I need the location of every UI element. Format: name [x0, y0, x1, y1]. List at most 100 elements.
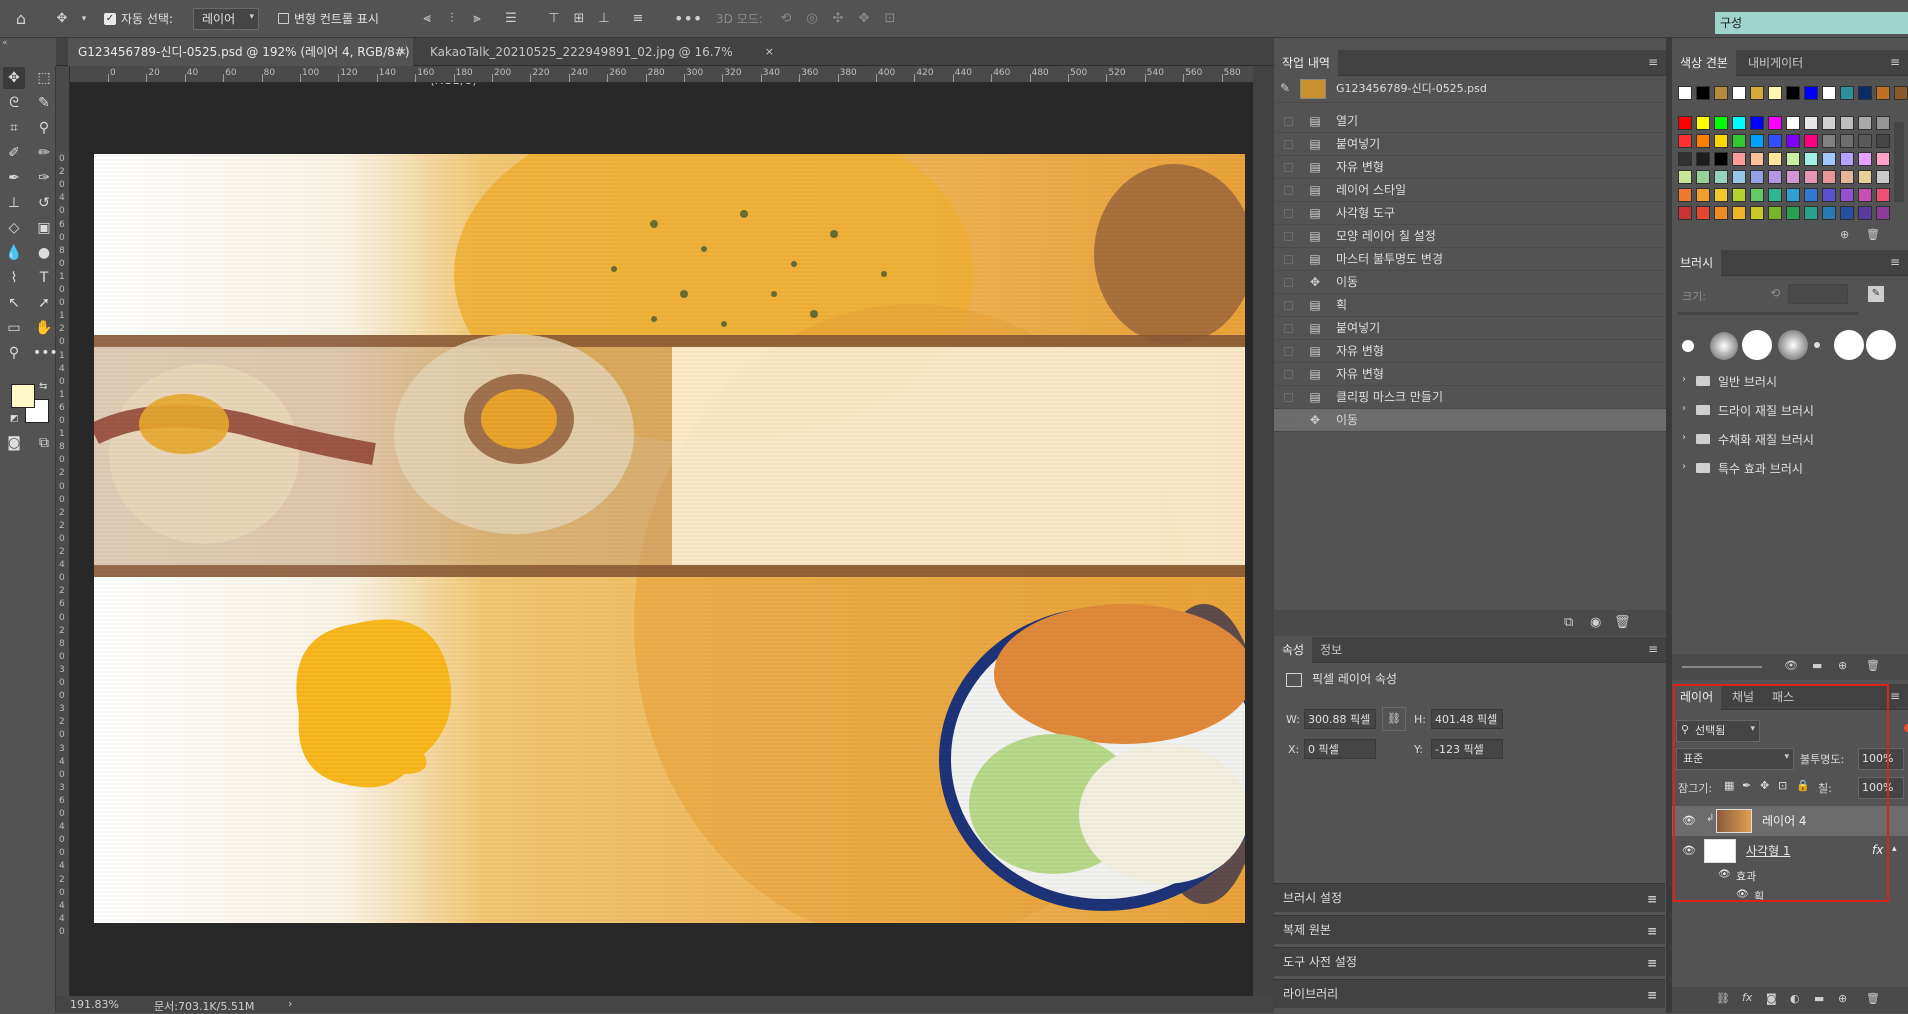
gradient-tool-icon[interactable]: ▣	[33, 217, 55, 239]
history-checkbox[interactable]	[1284, 324, 1293, 333]
history-snapshot[interactable]: ✎ G123456789-신디-0525.psd	[1274, 76, 1666, 103]
history-brush-icon[interactable]: ↺	[33, 192, 55, 214]
color-swatch[interactable]	[1696, 116, 1710, 130]
brush-preset[interactable]	[1710, 332, 1738, 360]
color-swatch[interactable]	[1768, 134, 1782, 148]
history-checkbox[interactable]	[1284, 301, 1293, 310]
brush-preset[interactable]	[1866, 330, 1896, 360]
color-swatch[interactable]	[1858, 134, 1872, 148]
fx-icon[interactable]: fx	[1742, 991, 1752, 1004]
color-swatch[interactable]	[1876, 134, 1890, 148]
brush-edit-icon[interactable]: ✎	[1868, 286, 1884, 302]
color-swatch[interactable]	[1822, 170, 1836, 184]
trash-icon[interactable]: 🗑	[1866, 659, 1880, 672]
color-swatch[interactable]	[1768, 206, 1782, 220]
history-checkbox[interactable]	[1284, 117, 1293, 126]
history-item[interactable]: ✥ 이동	[1274, 271, 1666, 294]
color-swatch[interactable]	[1804, 188, 1818, 202]
history-item[interactable]: ▤ 모양 레이어 칠 설정	[1274, 225, 1666, 248]
color-swatch[interactable]	[1876, 170, 1890, 184]
chevron-right-icon[interactable]: ›	[1682, 374, 1686, 385]
color-swatch[interactable]	[1858, 152, 1872, 166]
chevron-down-icon[interactable]: ▾	[76, 11, 92, 27]
3d-camera-icon[interactable]: ⊡	[882, 11, 898, 27]
color-swatch[interactable]	[1840, 86, 1854, 100]
camera-icon[interactable]: ◉	[1590, 615, 1601, 630]
collapse-tools-icon[interactable]: «	[2, 38, 54, 48]
color-swatch[interactable]	[1750, 134, 1764, 148]
color-swatch[interactable]	[1732, 170, 1746, 184]
move-tool-icon[interactable]: ✥	[3, 67, 25, 89]
history-item[interactable]: ✥ 이동	[1274, 409, 1666, 432]
workspace-field[interactable]: 구성	[1715, 12, 1908, 34]
color-swatch[interactable]	[1786, 86, 1800, 100]
zoom-tool-icon[interactable]: ⚲	[3, 342, 25, 364]
color-swatch[interactable]	[1786, 170, 1800, 184]
doc-tab[interactable]: KakaoTalk_20210525_222949891_02.jpg @ 16…	[420, 38, 780, 87]
color-swatch[interactable]	[1750, 152, 1764, 166]
color-swatch[interactable]	[1804, 116, 1818, 130]
history-item[interactable]: ▤ 마스터 불투명도 변경	[1274, 248, 1666, 271]
quick-mask-icon[interactable]: ◙	[3, 432, 25, 454]
more-icon[interactable]: •••	[674, 11, 702, 27]
color-swatch[interactable]	[1678, 170, 1692, 184]
color-swatch[interactable]	[1696, 134, 1710, 148]
auto-select-dropdown[interactable]: 레이어 ▾	[193, 8, 259, 30]
color-swatch[interactable]	[1696, 188, 1710, 202]
path-select-icon[interactable]: ↖	[3, 292, 25, 314]
type-tool-icon[interactable]: T	[33, 267, 55, 289]
panel-menu-icon[interactable]: ≡	[1647, 893, 1659, 905]
color-swatch[interactable]	[1876, 206, 1890, 220]
color-swatch[interactable]	[1858, 188, 1872, 202]
color-swatch[interactable]	[1804, 170, 1818, 184]
brush-settings-panel[interactable]: 브러시 설정 ≡	[1273, 883, 1665, 912]
history-item[interactable]: ▤ 클리핑 마스크 만들기	[1274, 386, 1666, 409]
history-checkbox[interactable]	[1284, 347, 1293, 356]
color-swatch[interactable]	[1822, 152, 1836, 166]
color-swatch[interactable]	[1840, 134, 1854, 148]
history-checkbox[interactable]	[1284, 370, 1293, 379]
width-field[interactable]	[1304, 709, 1376, 729]
default-colors-icon[interactable]: ◩	[10, 414, 19, 424]
eyedropper-tool-icon[interactable]: ⚲	[33, 117, 55, 139]
history-item[interactable]: ▤ 사각형 도구	[1274, 202, 1666, 225]
history-checkbox[interactable]	[1284, 232, 1293, 241]
more-tools-icon[interactable]: •••	[33, 342, 58, 364]
panel-menu-icon[interactable]: ≡	[1647, 989, 1659, 1001]
foreground-color-swatch[interactable]	[11, 384, 35, 408]
color-swatch[interactable]	[1696, 206, 1710, 220]
color-swatch[interactable]	[1822, 188, 1836, 202]
chevron-right-icon[interactable]: ›	[1682, 432, 1686, 443]
pen-tool-icon[interactable]: ⌇	[3, 267, 25, 289]
color-swatch[interactable]	[1822, 116, 1836, 130]
history-item[interactable]: ▤ 붙여넣기	[1274, 133, 1666, 156]
hand-tool-icon[interactable]: ✋	[33, 317, 55, 339]
color-swatch[interactable]	[1696, 152, 1710, 166]
trash-icon[interactable]: 🗑	[1866, 992, 1880, 1005]
panel-menu-icon[interactable]: ≡	[1890, 256, 1902, 268]
healing-brush-icon[interactable]: ✐	[3, 142, 25, 164]
new-document-icon[interactable]: ⧉	[1564, 615, 1573, 630]
color-swatch[interactable]	[1750, 86, 1764, 100]
color-swatch[interactable]	[1786, 152, 1800, 166]
history-item[interactable]: ▤ 붙여넣기	[1274, 317, 1666, 340]
align-left-icon[interactable]: ⫷	[419, 11, 435, 27]
color-swatch[interactable]	[1858, 116, 1872, 130]
panel-menu-icon[interactable]: ≡	[1647, 925, 1659, 937]
trash-icon[interactable]: 🗑	[1614, 615, 1631, 630]
link-layers-icon[interactable]: ⛓	[1716, 992, 1730, 1005]
3d-rotate-icon[interactable]: ⟲	[778, 11, 794, 27]
color-swatch[interactable]	[1768, 188, 1782, 202]
move-tool-icon[interactable]: ✥	[54, 11, 70, 27]
tab-properties[interactable]: 속성	[1274, 637, 1313, 663]
close-icon[interactable]: ×	[765, 38, 774, 66]
mask-icon[interactable]: ◙	[1766, 992, 1777, 1005]
panel-menu-icon[interactable]: ≡	[1647, 957, 1659, 969]
align-top-icon[interactable]: ⊤	[546, 11, 562, 27]
panel-menu-icon[interactable]: ≡	[1648, 643, 1660, 655]
x-field[interactable]	[1304, 739, 1376, 759]
doc-tab-active[interactable]: G123456789-신디-0525.psd @ 192% (레이어 4, RG…	[68, 38, 413, 87]
color-swatch[interactable]	[1822, 206, 1836, 220]
align-middle-icon[interactable]: ⊞	[571, 11, 587, 27]
stamp-tool-icon[interactable]: ⊥	[3, 192, 25, 214]
